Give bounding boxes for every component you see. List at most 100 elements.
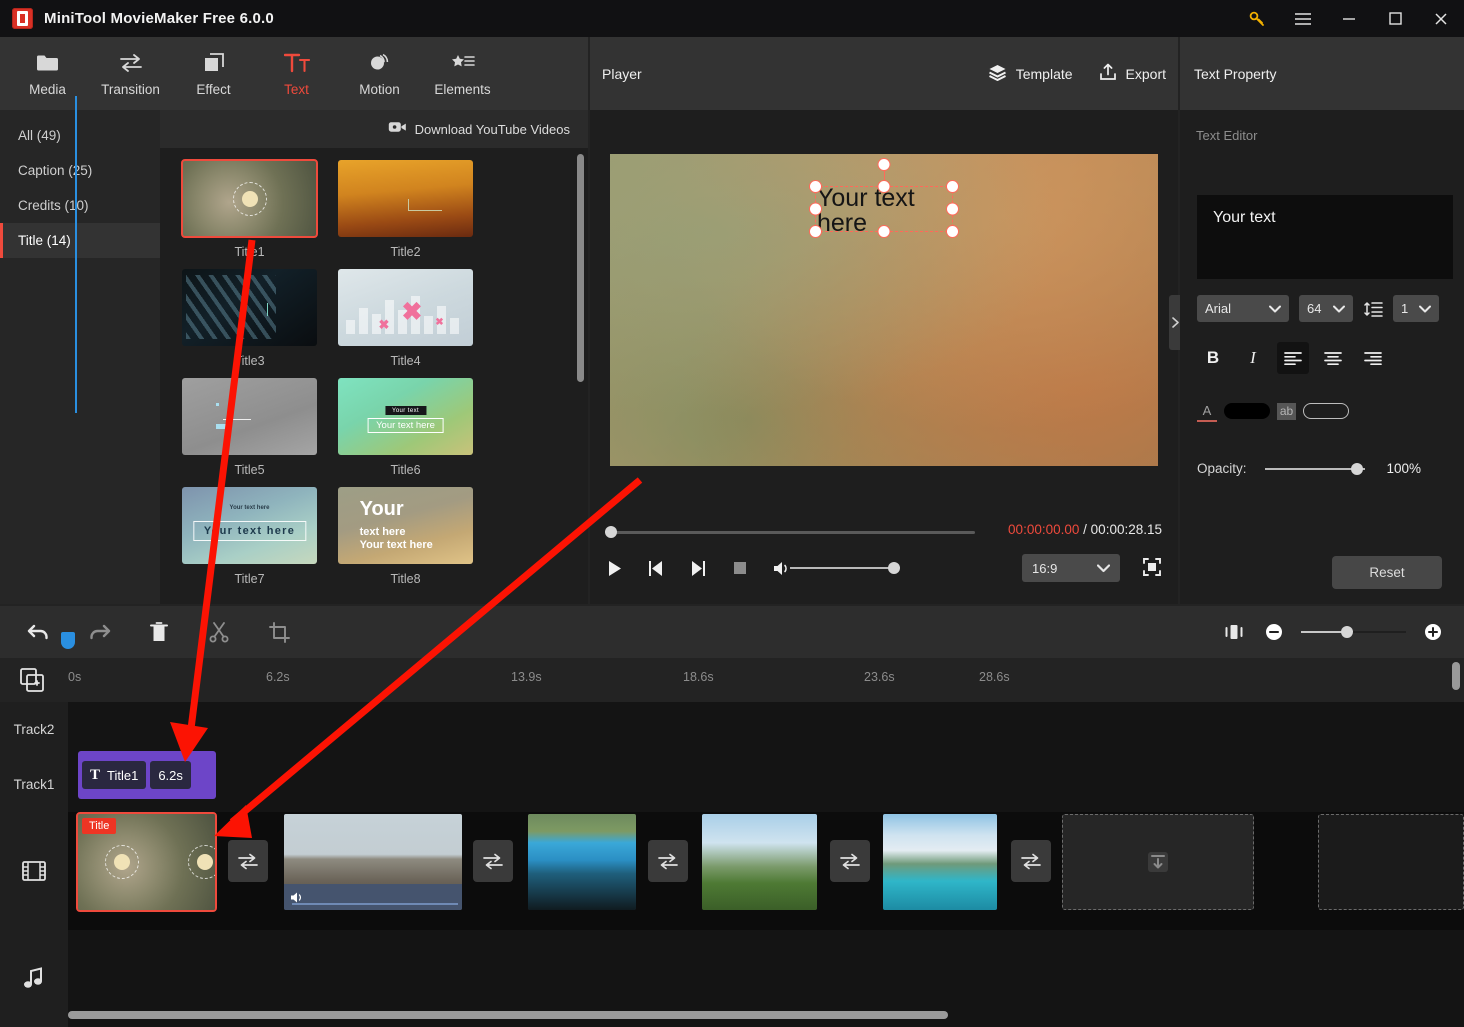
font-size-select[interactable]: 64 [1299, 295, 1353, 322]
opacity-slider[interactable] [1264, 462, 1365, 475]
template-thumb-title7: Your text here Your text here [182, 487, 317, 564]
overlay-text[interactable]: Your text here [817, 186, 967, 236]
align-center-button[interactable] [1317, 342, 1349, 374]
playhead-knob[interactable] [61, 632, 75, 649]
handle-bottom-center[interactable] [877, 225, 891, 238]
minimize-icon[interactable] [1326, 0, 1372, 37]
category-caption[interactable]: Caption (25) [0, 153, 160, 188]
import-placeholder[interactable] [1062, 814, 1254, 910]
stop-icon[interactable] [730, 558, 750, 578]
timeline-horizontal-scrollbar[interactable] [68, 1011, 948, 1019]
empty-placeholder[interactable] [1318, 814, 1464, 910]
handle-top-center[interactable] [877, 180, 891, 193]
previous-frame-icon[interactable] [646, 558, 666, 578]
template-item-title2[interactable]: Title2 [338, 160, 473, 259]
timeline-ruler[interactable]: 0s 6.2s 13.9s 18.6s 23.6s 28.6s [0, 658, 1464, 702]
zoom-out-icon[interactable] [1261, 619, 1287, 645]
maximize-icon[interactable] [1372, 0, 1418, 37]
align-right-button[interactable] [1357, 342, 1389, 374]
font-family-select[interactable]: Arial [1197, 295, 1289, 322]
timeline-zoom-slider[interactable] [1301, 626, 1406, 638]
reset-button[interactable]: Reset [1332, 556, 1442, 589]
template-item-title6[interactable]: Your text Your text here Title6 [338, 378, 473, 477]
export-button[interactable]: Export [1099, 63, 1166, 84]
bold-button[interactable]: B [1197, 342, 1229, 374]
close-icon[interactable] [1418, 0, 1464, 37]
library-scrollbar[interactable] [577, 154, 584, 382]
transition-slot-1[interactable] [228, 840, 268, 882]
handle-top-left[interactable] [809, 180, 822, 193]
tab-elements[interactable]: Elements [421, 37, 504, 110]
category-credits[interactable]: Credits (10) [0, 188, 160, 223]
add-media-icon[interactable] [20, 668, 46, 694]
template-thumb-title6: Your text Your text here [338, 378, 473, 455]
volume-slider[interactable] [790, 562, 905, 574]
handle-middle-left[interactable] [809, 202, 822, 216]
italic-button[interactable]: I [1237, 342, 1269, 374]
zoom-knob[interactable] [1341, 626, 1353, 638]
handle-bottom-right[interactable] [946, 225, 959, 238]
next-frame-icon[interactable] [688, 558, 708, 578]
transition-slot-2[interactable] [473, 840, 513, 882]
youtube-download-icon[interactable] [388, 120, 407, 139]
transition-slot-5[interactable] [1011, 840, 1051, 882]
tab-motion[interactable]: Motion [338, 37, 421, 110]
audio-waveform [292, 903, 458, 905]
template-button[interactable]: Template [988, 64, 1073, 84]
video-clip-mountain[interactable] [702, 814, 817, 910]
transition-slot-4[interactable] [830, 840, 870, 882]
template-item-title4[interactable]: ✖ ✖ ✖ Title4 [338, 269, 473, 368]
tab-transition[interactable]: Transition [89, 37, 172, 110]
undo-icon[interactable] [26, 619, 52, 645]
template-item-title3[interactable]: Title3 [182, 269, 317, 368]
youtube-download-label[interactable]: Download YouTube Videos [415, 122, 570, 137]
text-editor-input[interactable]: Your text [1197, 195, 1453, 279]
video-clip-lake[interactable] [883, 814, 997, 910]
play-icon[interactable] [604, 558, 624, 578]
video-clip-balloons[interactable] [284, 814, 462, 910]
timeline-vertical-scrollbar[interactable] [1452, 662, 1460, 690]
font-color-swatch[interactable] [1224, 403, 1270, 419]
highlight-color-swatch[interactable] [1303, 403, 1349, 419]
split-scissors-icon[interactable] [206, 619, 232, 645]
template-item-title5[interactable]: Title5 [182, 378, 317, 477]
fullscreen-icon[interactable] [1142, 557, 1164, 579]
redo-icon[interactable] [86, 619, 112, 645]
template-item-title8[interactable]: Your text here Your text here Title8 [338, 487, 473, 586]
category-all[interactable]: All (49) [0, 118, 160, 153]
video-clip-title-overlay[interactable]: Title [76, 812, 217, 912]
seek-bar[interactable] [605, 526, 975, 538]
aspect-ratio-select[interactable]: 16:9 [1022, 554, 1120, 582]
volume-knob[interactable] [888, 562, 900, 574]
zoom-in-icon[interactable] [1420, 619, 1446, 645]
key-icon[interactable] [1234, 0, 1280, 37]
text-overlay-selection[interactable]: Your text here [809, 158, 959, 238]
delete-icon[interactable] [146, 619, 172, 645]
time-separator: / [1083, 522, 1087, 537]
hamburger-menu-icon[interactable] [1280, 0, 1326, 37]
timeline-zoom-controls [1221, 619, 1464, 645]
highlight-icon: ab [1277, 402, 1296, 420]
title-clip[interactable]: T Title1 6.2s [78, 751, 216, 799]
fit-to-window-icon[interactable] [1221, 619, 1247, 645]
template-item-title1[interactable]: Title1 [181, 159, 318, 259]
video-clip-lagoon[interactable] [528, 814, 636, 910]
volume-icon[interactable] [772, 558, 792, 578]
category-title[interactable]: Title (14) [0, 223, 160, 258]
handle-middle-right[interactable] [946, 202, 959, 216]
transition-slot-3[interactable] [648, 840, 688, 882]
seek-knob[interactable] [605, 526, 617, 538]
template-item-title7[interactable]: Your text here Your text here Title7 [182, 487, 317, 586]
handle-bottom-left[interactable] [809, 225, 822, 238]
track1-lane[interactable] [68, 756, 1464, 812]
handle-top-right[interactable] [946, 180, 959, 193]
tab-text[interactable]: Text [255, 37, 338, 110]
video-preview[interactable]: Your text here [610, 154, 1158, 466]
crop-icon[interactable] [266, 619, 292, 645]
track2-lane[interactable] [68, 702, 1464, 756]
opacity-knob[interactable] [1350, 462, 1363, 475]
tab-effect[interactable]: Effect [172, 37, 255, 110]
align-left-button[interactable] [1277, 342, 1309, 374]
handle-rotate[interactable] [877, 158, 891, 171]
line-spacing-select[interactable]: 1 [1393, 295, 1439, 322]
